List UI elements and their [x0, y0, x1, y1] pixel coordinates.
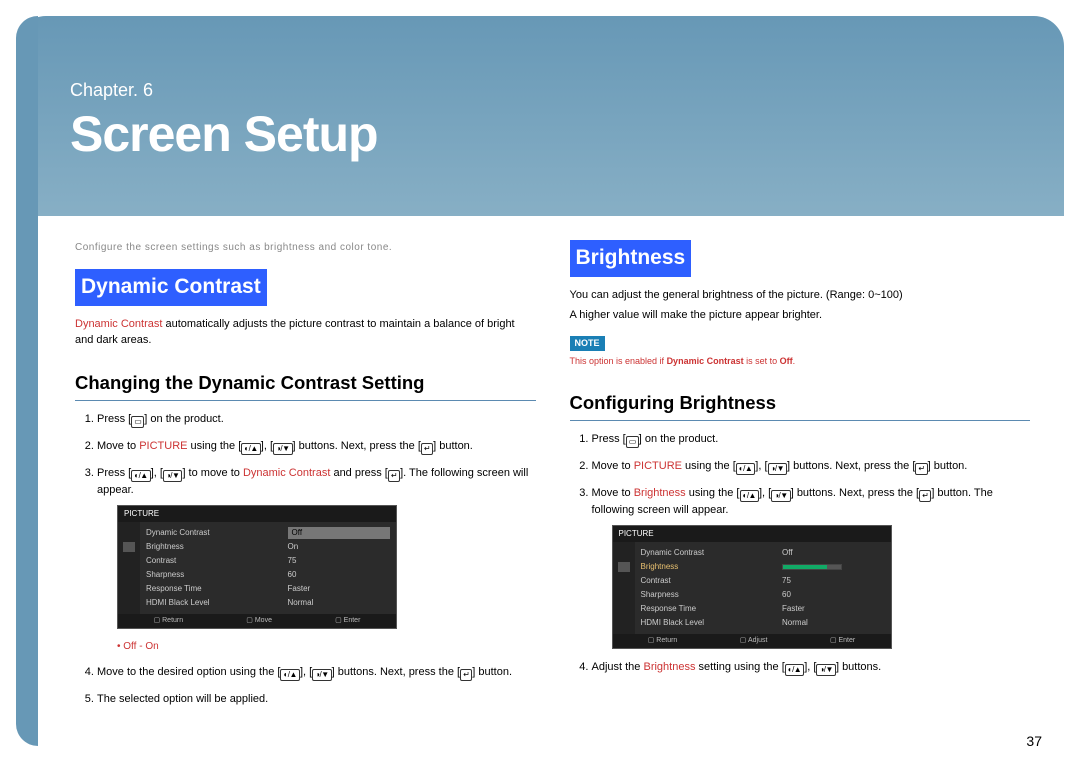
dc-step-5: The selected option will be applied.	[97, 691, 536, 708]
dc-step-1: Press [▭] on the product.	[97, 411, 536, 428]
dc-steps: Press [▭] on the product. Move to PICTUR…	[75, 411, 536, 708]
chapter-title: Screen Setup	[70, 105, 378, 163]
side-strip	[16, 16, 38, 746]
chapter-label: Chapter. 6	[70, 80, 378, 101]
menu-icon: ▭	[131, 416, 144, 428]
divider	[570, 420, 1031, 421]
down-button-icon: ◑/▼	[816, 664, 835, 676]
section-heading-brightness: Brightness	[570, 240, 692, 277]
osd-sidebar-icon	[613, 542, 635, 634]
term-brightness: Brightness	[634, 487, 686, 499]
dc-step-2: Move to PICTURE using the [◐/▲], [◑/▼] b…	[97, 438, 536, 455]
br-step-3: Move to Brightness using the [◐/▲], [◑/▼…	[592, 485, 1031, 649]
osd-screenshot-dc: PICTURE Dynamic ContrastOff BrightnessOn…	[117, 505, 397, 630]
br-steps: Press [▭] on the product. Move to PICTUR…	[570, 431, 1031, 676]
br-step-2: Move to PICTURE using the [◐/▲], [◑/▼] b…	[592, 458, 1031, 475]
up-button-icon: ◐/▲	[241, 443, 260, 455]
note-badge: NOTE	[570, 336, 605, 352]
note-text: This option is enabled if Dynamic Contra…	[570, 355, 1031, 369]
section-heading-dynamic-contrast: Dynamic Contrast	[75, 269, 267, 306]
right-column: Brightness You can adjust the general br…	[570, 240, 1031, 743]
osd-footer-enter: Enter	[335, 616, 360, 627]
osd-footer-adjust: Adjust	[740, 636, 768, 647]
term-dynamic-contrast: Dynamic Contrast	[75, 318, 162, 330]
term-dynamic-contrast: Dynamic Contrast	[243, 467, 330, 479]
br-desc2: A higher value will make the picture app…	[570, 307, 1031, 324]
brightness-slider	[782, 564, 842, 570]
enter-icon: ↵	[915, 463, 927, 475]
down-button-icon: ◑/▼	[163, 470, 182, 482]
page-number: 37	[1026, 733, 1042, 749]
term-picture: PICTURE	[634, 460, 682, 472]
down-button-icon: ◑/▼	[273, 443, 292, 455]
osd-row-brightness: Brightness	[641, 561, 775, 573]
up-button-icon: ◐/▲	[736, 463, 755, 475]
up-button-icon: ◐/▲	[131, 470, 150, 482]
dc-description: Dynamic Contrast automatically adjusts t…	[75, 316, 536, 349]
br-desc1: You can adjust the general brightness of…	[570, 287, 1031, 304]
content-area: Configure the screen settings such as br…	[55, 230, 1050, 743]
left-column: Configure the screen settings such as br…	[75, 240, 536, 743]
osd-title: PICTURE	[613, 526, 891, 542]
dc-step-4: Move to the desired option using the [◐/…	[97, 664, 536, 681]
enter-icon: ↵	[421, 443, 433, 455]
osd-val-dc: Off	[288, 527, 390, 539]
br-step-1: Press [▭] on the product.	[592, 431, 1031, 448]
dc-step-3: Press [◐/▲], [◑/▼] to move to Dynamic Co…	[97, 465, 536, 654]
enter-icon: ↵	[919, 490, 931, 502]
osd-row-dc: Dynamic Contrast	[146, 527, 280, 539]
menu-icon: ▭	[626, 436, 639, 448]
osd-footer-enter: Enter	[830, 636, 855, 647]
up-button-icon: ◐/▲	[785, 664, 804, 676]
osd-footer-return: Return	[648, 636, 678, 647]
osd-title: PICTURE	[118, 506, 396, 522]
dc-options: Off - On	[117, 639, 536, 654]
osd-val-on: On	[288, 541, 390, 553]
osd-footer-return: Return	[154, 616, 184, 627]
header-text: Chapter. 6 Screen Setup	[70, 80, 378, 163]
intro-text: Configure the screen settings such as br…	[75, 240, 536, 255]
term-brightness: Brightness	[643, 661, 695, 673]
osd-screenshot-br: PICTURE Dynamic ContrastOff Brightness C…	[612, 525, 892, 650]
up-button-icon: ◐/▲	[740, 490, 759, 502]
br-step-4: Adjust the Brightness setting using the …	[592, 659, 1031, 676]
term-picture: PICTURE	[139, 440, 187, 452]
osd-footer-move: Move	[246, 616, 272, 627]
subheading-br: Configuring Brightness	[570, 389, 1031, 417]
down-button-icon: ◑/▼	[768, 463, 787, 475]
down-button-icon: ◑/▼	[771, 490, 790, 502]
enter-icon: ↵	[388, 470, 400, 482]
subheading-dc: Changing the Dynamic Contrast Setting	[75, 369, 536, 397]
down-button-icon: ◑/▼	[312, 669, 331, 681]
osd-sidebar-icon	[118, 522, 140, 614]
divider	[75, 400, 536, 401]
up-button-icon: ◐/▲	[280, 669, 299, 681]
enter-icon: ↵	[460, 669, 472, 681]
